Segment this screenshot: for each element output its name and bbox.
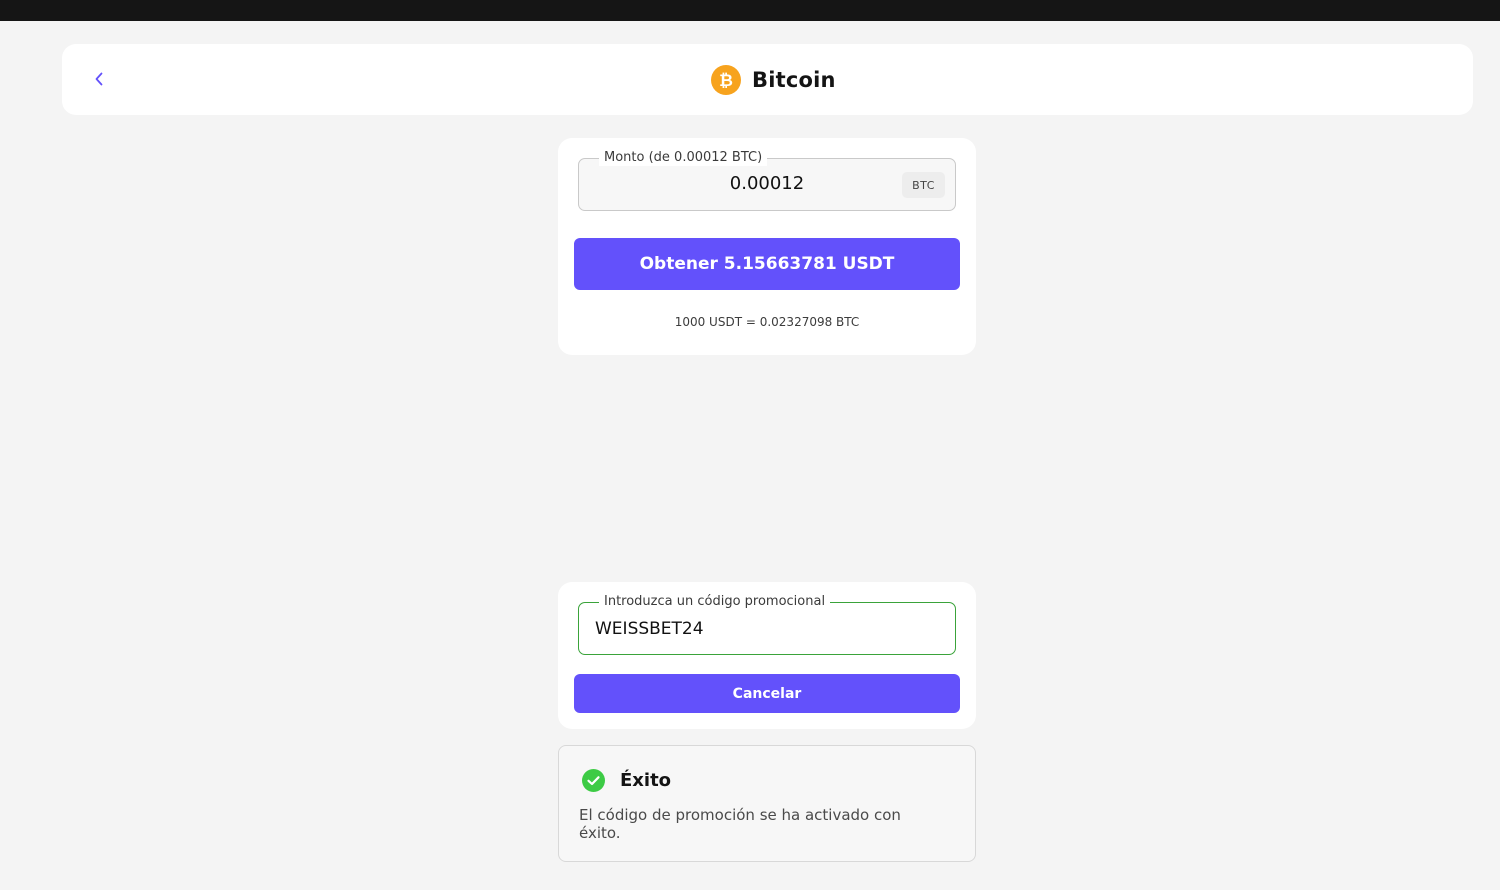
promo-code-input[interactable] — [595, 619, 925, 639]
toast-message: El código de promoción se ha activado co… — [579, 806, 901, 842]
unit-badge: BTC — [902, 172, 945, 198]
success-toast: Éxito El código de promoción se ha activ… — [558, 745, 976, 862]
exchange-rate-text: 1000 USDT = 0.02327098 BTC — [674, 315, 860, 329]
amount-field-label: Monto (de 0.00012 BTC) — [599, 150, 768, 166]
cancel-button[interactable]: Cancelar — [574, 674, 960, 713]
amount-field[interactable]: Monto (de 0.00012 BTC) BTC — [578, 150, 956, 211]
obtain-button[interactable]: Obtener 5.15663781 USDT — [574, 238, 960, 290]
svg-text:₿: ₿ — [719, 71, 733, 91]
toast-title: Éxito — [620, 770, 672, 791]
back-button[interactable] — [84, 64, 114, 94]
header-title-group: ₿ Bitcoin — [711, 65, 836, 95]
promo-code-field[interactable]: Introduzca un código promocional — [578, 594, 956, 655]
promo-card: Introduzca un código promocional Cancela… — [558, 582, 976, 729]
amount-input[interactable] — [579, 173, 955, 194]
promo-code-label: Introduzca un código promocional — [599, 594, 831, 610]
page-title: Bitcoin — [752, 68, 836, 92]
page-header: ₿ Bitcoin — [62, 44, 1473, 115]
toast-header: Éxito — [582, 769, 671, 792]
top-bar — [0, 0, 1500, 21]
check-circle-icon — [582, 769, 605, 792]
chevron-left-icon — [95, 72, 103, 86]
amount-card: Monto (de 0.00012 BTC) BTC Obtener 5.156… — [558, 138, 976, 355]
bitcoin-icon: ₿ — [711, 65, 741, 95]
